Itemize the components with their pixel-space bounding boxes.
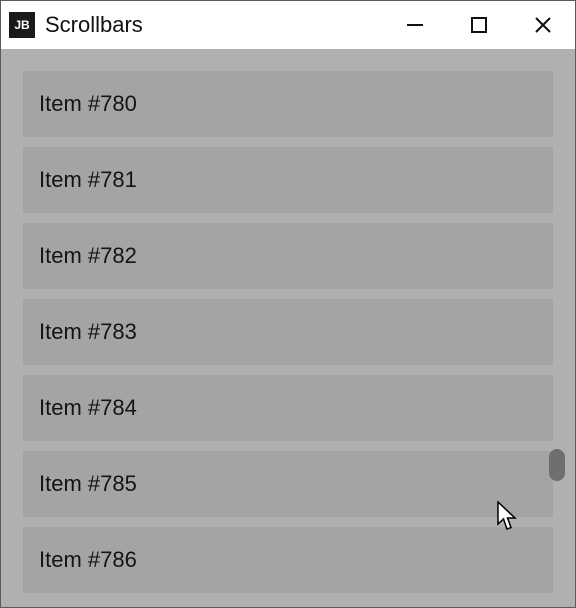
list-item[interactable]: Item #783: [23, 299, 553, 365]
close-button[interactable]: [511, 1, 575, 49]
list-item[interactable]: Item #785: [23, 451, 553, 517]
item-list[interactable]: Item #780 Item #781 Item #782 Item #783 …: [23, 71, 553, 607]
list-item[interactable]: Item #786: [23, 527, 553, 593]
list-item-label: Item #784: [39, 395, 137, 421]
minimize-button[interactable]: [383, 1, 447, 49]
list-item-label: Item #781: [39, 167, 137, 193]
title-bar[interactable]: JB Scrollbars: [1, 1, 575, 49]
app-window: JB Scrollbars Item #780: [0, 0, 576, 608]
app-icon: JB: [9, 12, 35, 38]
window-controls: [383, 1, 575, 49]
content-area: Item #780 Item #781 Item #782 Item #783 …: [1, 49, 575, 607]
list-item-label: Item #786: [39, 547, 137, 573]
list-item-label: Item #782: [39, 243, 137, 269]
list-item[interactable]: Item #780: [23, 71, 553, 137]
maximize-icon: [469, 15, 489, 35]
maximize-button[interactable]: [447, 1, 511, 49]
list-item[interactable]: Item #784: [23, 375, 553, 441]
list-item-label: Item #785: [39, 471, 137, 497]
list-item[interactable]: Item #781: [23, 147, 553, 213]
list-item-label: Item #780: [39, 91, 137, 117]
window-title: Scrollbars: [45, 12, 143, 38]
list-item-label: Item #783: [39, 319, 137, 345]
close-icon: [533, 15, 553, 35]
vertical-scrollbar-track[interactable]: [549, 71, 565, 607]
list-item[interactable]: Item #782: [23, 223, 553, 289]
minimize-icon: [405, 15, 425, 35]
vertical-scrollbar-thumb[interactable]: [549, 449, 565, 481]
